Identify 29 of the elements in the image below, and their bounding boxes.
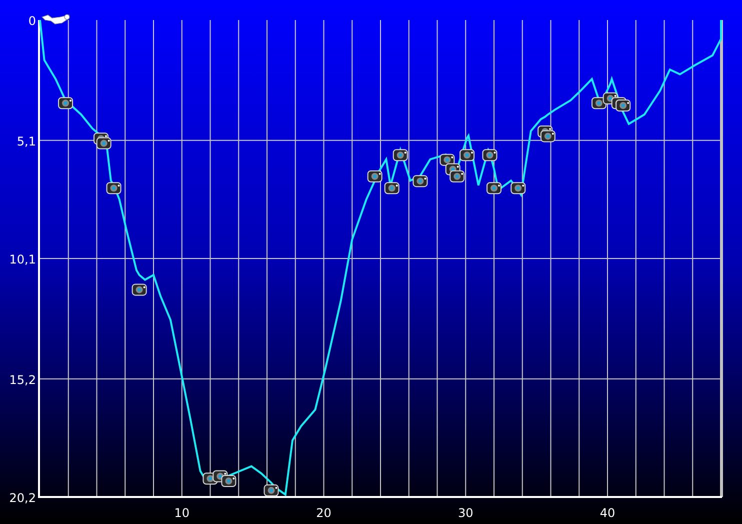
camera-icon: [450, 170, 465, 182]
y-tick-label: 5,1: [16, 134, 36, 148]
camera-icon: [412, 175, 428, 188]
camera-icon: [510, 182, 526, 194]
camera-icon: [482, 149, 498, 162]
camera-icon: [440, 154, 455, 166]
camera-icon: [264, 484, 279, 496]
x-tick-label: 10: [174, 506, 190, 520]
camera-icon: [221, 474, 236, 487]
y-tick-label: 0: [28, 14, 36, 28]
camera-icon: [106, 182, 122, 194]
x-tick-label: 40: [600, 506, 616, 520]
camera-icon: [384, 182, 400, 194]
camera-icon: [616, 100, 631, 112]
diver-icon: [41, 14, 70, 24]
y-tick-label: 10,1: [9, 252, 36, 266]
x-tick-label: 30: [458, 506, 474, 520]
y-tick-label: 20,2: [9, 491, 36, 505]
camera-icon: [540, 130, 556, 142]
camera-icon: [460, 149, 475, 162]
camera-icon: [58, 97, 74, 110]
x-tick-label: 20: [316, 506, 332, 520]
camera-icon: [132, 284, 147, 296]
camera-icon: [367, 170, 382, 182]
camera-icon: [96, 137, 112, 150]
camera-icon: [486, 182, 502, 194]
y-tick-label: 15,2: [9, 372, 36, 387]
camera-icon: [392, 149, 408, 162]
camera-icon: [591, 97, 606, 110]
